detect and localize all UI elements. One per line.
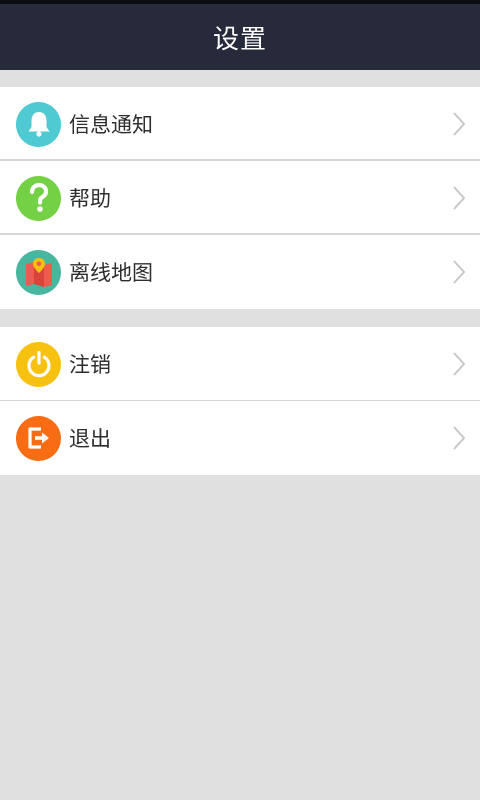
- settings-item-notifications[interactable]: 信息通知: [0, 87, 480, 161]
- settings-item-label: 离线地图: [69, 261, 153, 285]
- title-bar: 设置: [0, 4, 480, 70]
- question-mark-icon: [16, 175, 61, 221]
- settings-item-exit[interactable]: 退出: [0, 400, 480, 475]
- exit-icon: [16, 415, 61, 461]
- settings-item-offline-map[interactable]: 离线地图: [0, 233, 480, 309]
- map-pin-icon: [16, 249, 61, 295]
- settings-item-label: 注销: [69, 353, 111, 377]
- power-icon: [16, 341, 61, 387]
- chevron-right-icon: [453, 352, 466, 376]
- settings-item-help[interactable]: 帮助: [0, 159, 480, 235]
- settings-item-label: 退出: [69, 427, 111, 451]
- chevron-right-icon: [453, 186, 466, 210]
- settings-group-main: 信息通知 帮助 离线地图: [0, 87, 480, 309]
- chevron-right-icon: [453, 260, 466, 284]
- chevron-right-icon: [453, 112, 466, 136]
- settings-item-logout[interactable]: 注销: [0, 327, 480, 401]
- settings-group-account: 注销 退出: [0, 327, 480, 475]
- settings-item-label: 帮助: [69, 187, 111, 211]
- chevron-right-icon: [453, 426, 466, 450]
- settings-item-label: 信息通知: [69, 113, 153, 137]
- bell-icon: [16, 101, 61, 147]
- page-title: 设置: [212, 24, 267, 55]
